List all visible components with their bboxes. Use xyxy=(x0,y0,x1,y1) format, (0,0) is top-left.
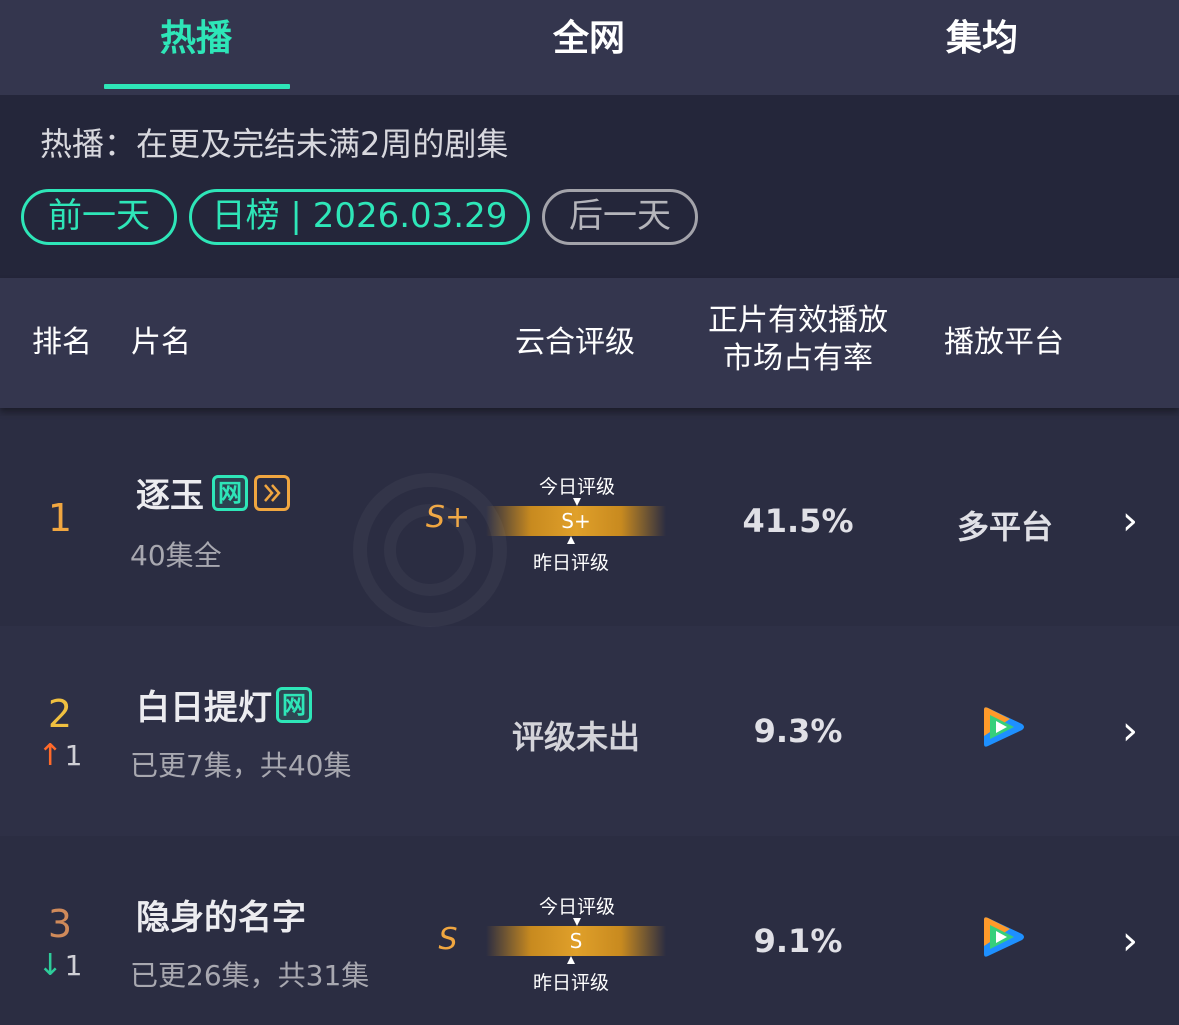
show-title: 白日提灯 xyxy=(136,688,272,728)
rank-change-value: 1 xyxy=(64,739,83,772)
grade-bar: S xyxy=(486,926,666,956)
today-grade-label: 今日评级 xyxy=(538,476,615,498)
yesterday-pointer xyxy=(567,536,575,544)
today-grade-label: 今日评级 xyxy=(538,896,615,918)
chevron-right-icon[interactable]: › xyxy=(1122,708,1138,754)
tab-all-network[interactable]: 全网 xyxy=(469,0,709,95)
top-tab-bar: 热播 全网 集均 xyxy=(0,0,1179,95)
market-share: 41.5% xyxy=(742,502,854,540)
show-title: 隐身的名字 xyxy=(136,898,306,938)
show-title: 逐玉 xyxy=(136,476,204,516)
tencent-video-icon xyxy=(984,707,1024,747)
yesterday-grade-label: 昨日评级 xyxy=(532,972,609,994)
header-share-line1: 正片有效播放 xyxy=(708,303,888,338)
grade-letter: S xyxy=(438,922,458,957)
tab-episode-average[interactable]: 集均 xyxy=(862,0,1102,95)
rank-number: 2 xyxy=(47,692,73,736)
show-title-line: 白日提灯 网 xyxy=(136,680,312,729)
show-title-line: 隐身的名字 xyxy=(136,890,306,939)
market-share: 9.3% xyxy=(753,712,843,750)
yesterday-grade-label: 昨日评级 xyxy=(532,552,609,574)
today-pointer xyxy=(573,918,581,926)
table-row[interactable]: 3 ↓1 隐身的名字 已更26集，共31集 S 今日评级 S 昨日评级 9.1%… xyxy=(0,836,1179,1025)
episode-info: 已更26集，共31集 xyxy=(130,959,370,992)
rank-number: 3 xyxy=(47,902,73,946)
rank-change: ↑1 xyxy=(20,738,100,773)
network-tag-icon: 网 xyxy=(212,474,248,511)
table-row[interactable]: 2 ↑1 白日提灯 网 已更7集，共40集 评级未出 9.3% › xyxy=(0,626,1179,836)
yesterday-pointer xyxy=(567,956,575,964)
table-row[interactable]: 1 逐玉 网 40集全 S+ 今日评级 S+ 昨日评级 41.5% 多平台 › xyxy=(0,416,1179,626)
today-pointer xyxy=(573,498,581,506)
grade-status: 评级未出 xyxy=(511,718,640,756)
episode-info: 已更7集，共40集 xyxy=(130,749,352,782)
header-title: 片名 xyxy=(131,325,191,360)
rank-change-value: 1 xyxy=(64,949,83,982)
episode-info: 40集全 xyxy=(130,539,222,572)
filter-area: 热播：在更及完结未满2周的剧集 前一天 日榜 | 2026.03.29 后一天 xyxy=(0,95,1179,278)
market-share: 9.1% xyxy=(753,922,843,960)
rank-number: 1 xyxy=(47,496,73,540)
show-title-line: 逐玉 网 xyxy=(136,468,290,517)
header-rank: 排名 xyxy=(32,325,92,360)
next-day-button[interactable]: 后一天 xyxy=(542,189,698,245)
table-header: 排名 片名 云合评级 正片有效播放 市场占有率 播放平台 xyxy=(0,278,1179,408)
fast-forward-tag-icon xyxy=(254,474,290,511)
tab-hot[interactable]: 热播 xyxy=(76,0,316,95)
arrow-up-icon: ↑ xyxy=(37,738,63,773)
grade-letter: S+ xyxy=(425,500,471,535)
header-rating: 云合评级 xyxy=(515,325,635,360)
header-platform: 播放平台 xyxy=(944,325,1064,360)
tencent-video-icon xyxy=(984,917,1024,957)
arrow-down-icon: ↓ xyxy=(37,948,63,983)
header-share-line2: 市场占有率 xyxy=(723,341,873,376)
ranking-description: 热播：在更及完结未满2周的剧集 xyxy=(40,125,509,163)
prev-day-button[interactable]: 前一天 xyxy=(21,189,177,245)
chevron-right-icon[interactable]: › xyxy=(1122,918,1138,964)
active-tab-indicator xyxy=(104,84,290,89)
rank-change: ↓1 xyxy=(20,948,100,983)
network-tag-icon: 网 xyxy=(276,686,312,723)
grade-bar: S+ xyxy=(486,506,666,536)
chevron-right-icon[interactable]: › xyxy=(1122,498,1138,544)
grade-bar-value: S+ xyxy=(561,509,591,533)
grade-bar-value: S xyxy=(569,929,583,953)
platform-name: 多平台 xyxy=(956,508,1053,546)
date-selector[interactable]: 日榜 | 2026.03.29 xyxy=(189,189,530,245)
